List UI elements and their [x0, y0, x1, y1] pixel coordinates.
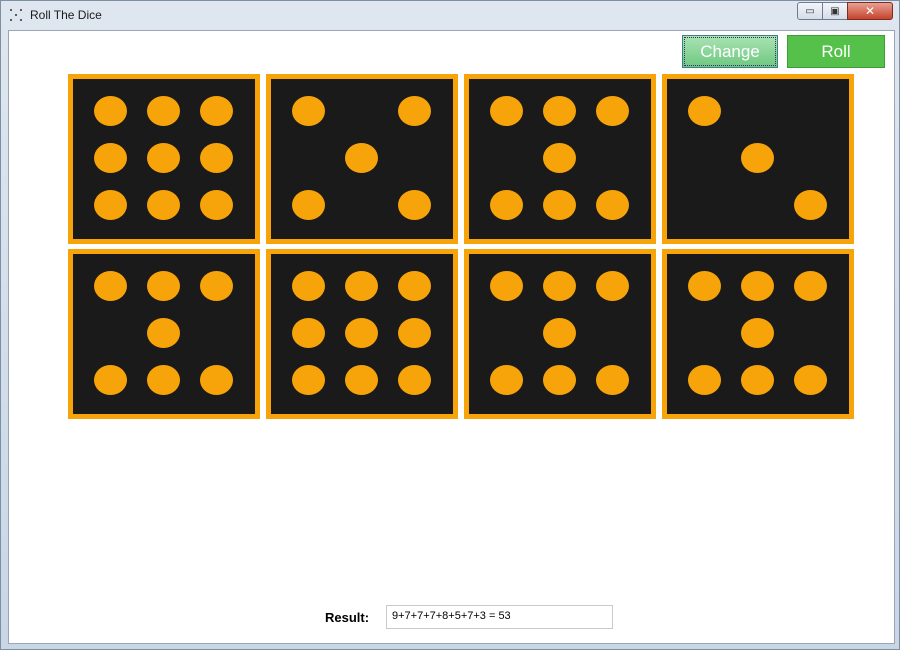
result-field[interactable]: 9+7+7+7+8+5+7+3 = 53 — [386, 605, 613, 629]
change-button[interactable]: Change — [682, 35, 778, 68]
die-3[interactable] — [464, 74, 656, 244]
pip — [345, 143, 378, 173]
pip — [292, 318, 325, 348]
pip — [292, 190, 325, 220]
pip — [147, 318, 180, 348]
pip — [94, 143, 127, 173]
pip — [94, 365, 127, 395]
result-label: Result: — [325, 610, 370, 625]
pip — [688, 365, 721, 395]
pip — [398, 318, 431, 348]
pip — [200, 96, 233, 126]
pip — [345, 271, 378, 301]
pip — [200, 271, 233, 301]
maximize-icon: ▣ — [830, 5, 840, 17]
pip — [345, 318, 378, 348]
die-2[interactable] — [266, 74, 458, 244]
die-4[interactable] — [662, 74, 854, 244]
pip — [147, 271, 180, 301]
pip — [200, 143, 233, 173]
pip — [543, 318, 576, 348]
pip — [292, 96, 325, 126]
die-7[interactable] — [464, 249, 656, 419]
pip — [398, 271, 431, 301]
pip — [398, 190, 431, 220]
pip — [543, 365, 576, 395]
pip — [292, 365, 325, 395]
app-window: Roll The Dice ▭ ▣ ✕ Change Roll Result: … — [0, 0, 900, 650]
pip — [596, 96, 629, 126]
pip — [794, 365, 827, 395]
pip — [543, 96, 576, 126]
pip — [490, 271, 523, 301]
minimize-button[interactable]: ▭ — [797, 2, 823, 20]
minimize-icon: ▭ — [805, 5, 815, 17]
pip — [345, 365, 378, 395]
die-5[interactable] — [68, 249, 260, 419]
pip — [741, 271, 774, 301]
pip — [147, 190, 180, 220]
pip — [147, 143, 180, 173]
pip — [596, 365, 629, 395]
pip — [200, 365, 233, 395]
maximize-button[interactable]: ▣ — [822, 2, 848, 20]
roll-button[interactable]: Roll — [787, 35, 885, 68]
window-title: Roll The Dice — [30, 8, 102, 22]
pip — [596, 190, 629, 220]
pip — [147, 96, 180, 126]
dice-dots-icon — [9, 8, 23, 22]
pip — [490, 365, 523, 395]
pip — [596, 271, 629, 301]
pip — [741, 143, 774, 173]
die-8[interactable] — [662, 249, 854, 419]
client-area: Change Roll Result: 9+7+7+7+8+5+7+3 = 53 — [8, 30, 895, 644]
pip — [741, 365, 774, 395]
pip — [490, 190, 523, 220]
pip — [147, 365, 180, 395]
pip — [94, 96, 127, 126]
pip — [398, 96, 431, 126]
pip — [398, 365, 431, 395]
pip — [688, 96, 721, 126]
window-controls: ▭ ▣ ✕ — [797, 2, 893, 20]
pip — [543, 190, 576, 220]
die-6[interactable] — [266, 249, 458, 419]
pip — [94, 190, 127, 220]
pip — [688, 271, 721, 301]
pip — [490, 96, 523, 126]
close-icon: ✕ — [864, 4, 876, 18]
pip — [741, 318, 774, 348]
die-1[interactable] — [68, 74, 260, 244]
pip — [292, 271, 325, 301]
pip — [94, 271, 127, 301]
pip — [543, 271, 576, 301]
close-button[interactable]: ✕ — [847, 2, 893, 20]
title-bar[interactable]: Roll The Dice ▭ ▣ ✕ — [1, 1, 899, 29]
pip — [794, 190, 827, 220]
pip — [543, 143, 576, 173]
pip — [200, 190, 233, 220]
pip — [794, 271, 827, 301]
